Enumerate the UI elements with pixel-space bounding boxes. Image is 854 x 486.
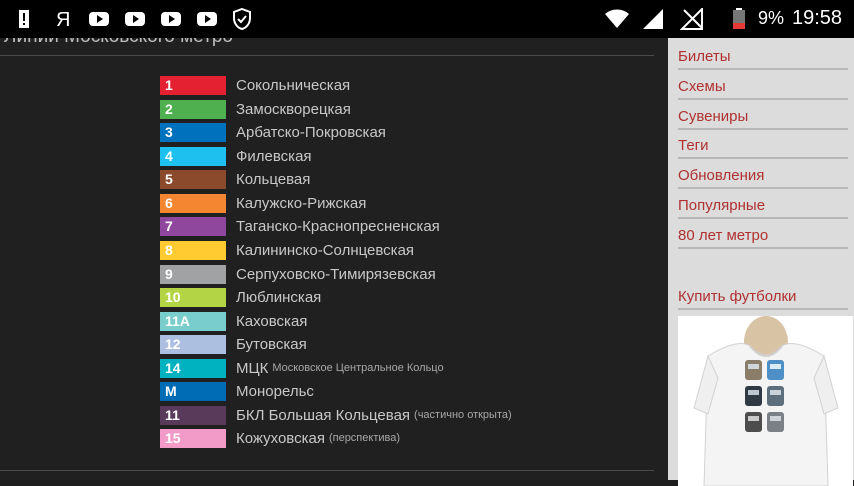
line-row-6[interactable]: 6 Калужско-Рижская [160, 193, 370, 213]
line-name: Таганско-Краснопресненская [236, 217, 440, 235]
line-row-15[interactable]: 15 Кожуховская (перспектива) [160, 428, 400, 448]
line-row-9[interactable]: 9 Серпуховско-Тимирязевская [160, 264, 440, 284]
line-number-badge: 12 [160, 334, 226, 354]
line-row-3[interactable]: 3 Арбатско-Покровская [160, 122, 390, 142]
line-number-badge: 6 [160, 193, 226, 213]
shop-tshirts-link[interactable]: Купить футболки [678, 282, 848, 310]
page-title: Линии Московского метро [4, 38, 233, 48]
signal-icon [643, 9, 663, 29]
line-name: Кожуховская [236, 429, 325, 447]
battery-percent: 9% [758, 8, 785, 28]
status-bar: Я 9% 19:58 [0, 0, 854, 38]
line-name: Каховская [236, 312, 308, 330]
line-number-badge: 11 [160, 405, 226, 425]
sidebar-item-souvenirs[interactable]: Сувениры [678, 102, 848, 130]
tshirt-image[interactable] [678, 316, 853, 486]
line-number-badge: 7 [160, 216, 226, 236]
line-note: (перспектива) [328, 432, 401, 444]
sidebar-item-popular[interactable]: Популярные [678, 191, 848, 219]
tshirt-illustration [693, 316, 839, 486]
line-name: Калининско-Солнцевская [236, 241, 415, 259]
youtube-icon [125, 12, 145, 26]
line-row-1[interactable]: 1 Сокольническая [160, 75, 354, 95]
line-name: Сокольническая [236, 76, 351, 94]
line-note: (частично открыта) [414, 409, 512, 421]
line-number-badge: 9 [160, 264, 226, 284]
line-note: Московское Центральное Кольцо [272, 362, 444, 374]
line-number-badge: 11А [160, 311, 226, 331]
sidebar-item-maps[interactable]: Схемы [678, 72, 848, 100]
sidebar-item-80-years[interactable]: 80 лет метро [678, 221, 848, 249]
main-content: Линии Московского метро 1Сокольническая … [0, 38, 668, 480]
svg-text:Я: Я [56, 9, 70, 30]
line-row-4[interactable]: 4 Филевская [160, 146, 316, 166]
line-number-badge: М [160, 381, 226, 401]
line-number-badge: 1 [160, 75, 226, 95]
line-row-bkl[interactable]: 11 БКЛ Большая Кольцевая (частично открыта… [160, 405, 512, 425]
line-row-14[interactable]: 14 МЦК Московское Центральное Кольцо [160, 358, 444, 378]
alert-icon [19, 10, 29, 28]
line-row-10[interactable]: 10 Люблинская [160, 287, 325, 307]
line-row-monorail[interactable]: М Монорельс [160, 381, 318, 401]
sidebar-item-tags[interactable]: Теги [678, 131, 848, 159]
divider-top [0, 55, 654, 56]
clock: 19:58 [792, 7, 843, 29]
line-number-badge: 15 [160, 428, 226, 448]
divider-bottom [0, 470, 654, 471]
line-row-12[interactable]: 12 Бутовская [160, 334, 311, 354]
line-name: Монорельс [236, 382, 314, 400]
line-number-badge: 5 [160, 169, 226, 189]
line-row-5[interactable]: 5 Кольцевая [160, 169, 314, 189]
line-number-badge: 2 [160, 99, 226, 119]
no-signal-icon [680, 8, 703, 30]
line-name: Арбатско-Покровская [236, 123, 386, 141]
line-row-2[interactable]: 2 Замоскворецкая [160, 99, 355, 119]
line-name: Калужско-Рижская [236, 194, 367, 212]
sidebar-item-updates[interactable]: Обновления [678, 161, 848, 189]
sidebar: Билеты Схемы Сувениры Теги Обновления По… [668, 38, 854, 486]
line-name: Серпуховско-Тимирязевская [236, 265, 436, 283]
line-row-8[interactable]: 8 Калининско-Солнцевская [160, 240, 418, 260]
line-name: Люблинская [236, 288, 322, 306]
line-number-badge: 4 [160, 146, 226, 166]
line-name: МЦК [236, 359, 269, 377]
line-number-badge: 14 [160, 358, 226, 378]
line-row-7[interactable]: 7 Таганско-Краснопресненская [160, 216, 444, 236]
line-row-11a[interactable]: 11А Каховская [160, 311, 311, 331]
line-name: Замоскворецкая [236, 100, 351, 118]
line-number-badge: 8 [160, 240, 226, 260]
line-name: БКЛ Большая Кольцевая [236, 406, 411, 424]
line-name: Бутовская [236, 335, 307, 353]
youtube-icon [89, 12, 109, 26]
youtube-icon [197, 12, 217, 26]
shield-check-icon [233, 8, 251, 30]
sidebar-item-tickets[interactable]: Билеты [678, 42, 848, 70]
line-name: Кольцевая [236, 170, 311, 188]
line-number-badge: 3 [160, 122, 226, 142]
yandex-icon: Я [56, 9, 70, 30]
youtube-icon [161, 12, 181, 26]
battery-icon [733, 8, 745, 29]
line-number-badge: 10 [160, 287, 226, 307]
line-name: Филевская [236, 147, 312, 165]
wifi-icon [605, 9, 629, 28]
